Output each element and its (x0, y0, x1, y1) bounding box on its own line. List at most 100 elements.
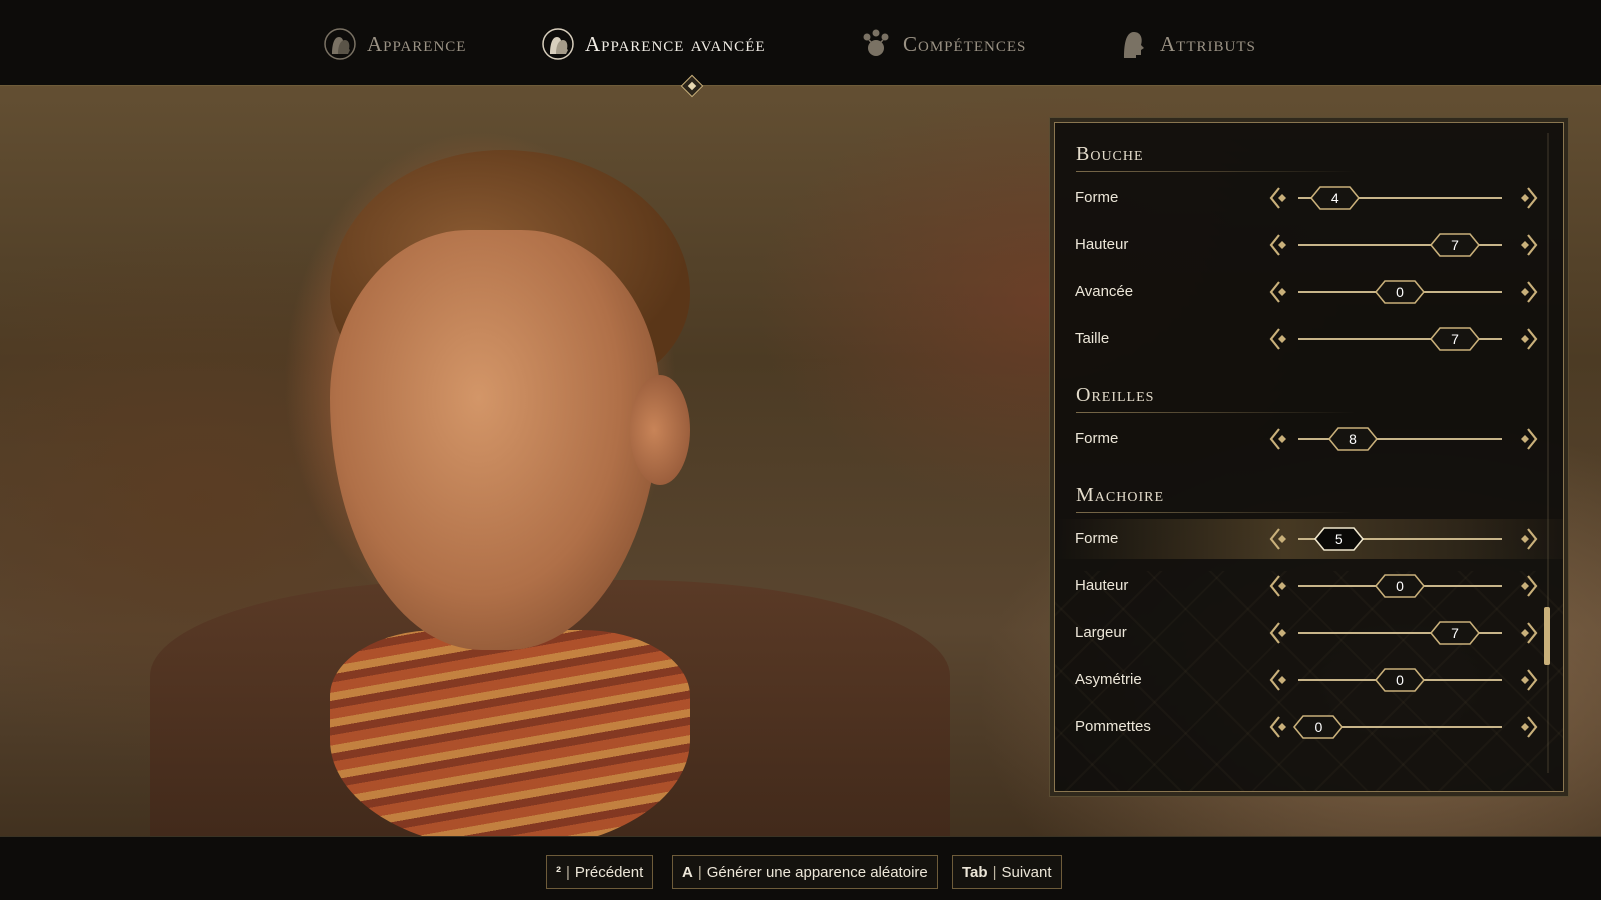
slider-label: Forme (1075, 430, 1119, 447)
next-button[interactable]: Tab | Suivant (952, 855, 1062, 889)
slider-row-machoire-pommettes: Pommettes 0 (1055, 707, 1563, 747)
customization-panel: Bouche Forme 4 Hauteur 7 Avancée 0 Taill… (1054, 122, 1564, 792)
slider-value: 7 (1451, 237, 1459, 253)
separator: | (992, 863, 997, 881)
heads-icon (323, 27, 357, 61)
slider-value-knob[interactable]: 5 (1313, 526, 1364, 552)
decrease-arrow-icon[interactable] (1266, 713, 1294, 741)
tab-apparence[interactable]: Apparence (323, 24, 466, 64)
previous-label: Précédent (574, 863, 644, 881)
random-label: Générer une apparence aléatoire (706, 863, 928, 881)
slider-label: Largeur (1075, 624, 1127, 641)
increase-arrow-icon[interactable] (1513, 425, 1541, 453)
slider-label: Hauteur (1075, 577, 1129, 594)
tab-apparence-avancee[interactable]: Apparence avancée (541, 24, 766, 64)
increase-arrow-icon[interactable] (1513, 184, 1541, 212)
next-label: Suivant (1001, 863, 1052, 881)
decrease-arrow-icon[interactable] (1266, 572, 1294, 600)
slider-value-knob[interactable]: 0 (1375, 573, 1425, 599)
heads-icon (541, 27, 575, 61)
decrease-arrow-icon[interactable] (1266, 325, 1294, 353)
next-key: Tab (962, 863, 988, 881)
slider-label: Asymétrie (1075, 671, 1142, 688)
previous-key: ² (556, 863, 561, 881)
tab-list: Apparence Apparence avancée Compétences … (0, 0, 1601, 86)
slider-row-bouche-forme: Forme 4 (1055, 178, 1563, 218)
slider-value: 7 (1451, 625, 1459, 641)
section-title-oreilles: Oreilles (1076, 384, 1155, 406)
slider-value-knob[interactable]: 0 (1375, 279, 1425, 305)
slider-value-knob[interactable]: 7 (1430, 232, 1481, 258)
slider-value-knob[interactable]: 8 (1328, 426, 1379, 452)
slider-value: 4 (1330, 190, 1339, 206)
slider-value-knob[interactable]: 0 (1293, 714, 1344, 740)
slider-track[interactable]: 0 (1298, 574, 1502, 598)
slider-value: 5 (1334, 531, 1343, 547)
slider-value: 8 (1349, 431, 1357, 447)
decrease-arrow-icon[interactable] (1266, 525, 1294, 553)
separator: | (697, 863, 702, 881)
section-divider (1076, 412, 1356, 413)
increase-arrow-icon[interactable] (1513, 325, 1541, 353)
slider-row-machoire-largeur: Largeur 7 (1055, 613, 1563, 653)
increase-arrow-icon[interactable] (1513, 231, 1541, 259)
slider-value-knob[interactable]: 0 (1375, 667, 1425, 693)
slider-row-machoire-asymetrie: Asymétrie 0 (1055, 660, 1563, 700)
slider-track[interactable]: 0 (1298, 668, 1502, 692)
decrease-arrow-icon[interactable] (1266, 425, 1294, 453)
slider-track[interactable]: 0 (1298, 280, 1502, 304)
tab-apparence-avancee-label: Apparence avancée (585, 31, 766, 56)
slider-track[interactable]: 7 (1298, 327, 1502, 351)
panel-scrollbar-thumb[interactable] (1544, 607, 1550, 665)
slider-row-machoire-hauteur: Hauteur 0 (1055, 566, 1563, 606)
random-appearance-button[interactable]: A | Générer une apparence aléatoire (672, 855, 938, 889)
section-title-machoire: Machoire (1076, 484, 1165, 506)
tab-apparence-label: Apparence (367, 31, 467, 56)
slider-label: Pommettes (1075, 718, 1151, 735)
increase-arrow-icon[interactable] (1513, 278, 1541, 306)
slider-track[interactable]: 5 (1298, 527, 1502, 551)
slider-label: Hauteur (1075, 236, 1129, 253)
slider-row-bouche-avancee: Avancée 0 (1055, 272, 1563, 312)
section-divider (1076, 512, 1356, 513)
increase-arrow-icon[interactable] (1513, 525, 1541, 553)
slider-value-knob[interactable]: 7 (1430, 620, 1481, 646)
decrease-arrow-icon[interactable] (1266, 619, 1294, 647)
section-divider (1076, 171, 1356, 172)
slider-value-knob[interactable]: 4 (1309, 185, 1360, 211)
previous-button[interactable]: ² | Précédent (546, 855, 654, 889)
slider-value: 0 (1396, 578, 1404, 594)
tab-attributs[interactable]: Attributs (1116, 24, 1256, 64)
slider-value: 0 (1314, 719, 1323, 735)
decrease-arrow-icon[interactable] (1266, 278, 1294, 306)
slider-track[interactable]: 4 (1298, 186, 1502, 210)
skills-icon (859, 27, 893, 61)
increase-arrow-icon[interactable] (1513, 619, 1541, 647)
increase-arrow-icon[interactable] (1513, 713, 1541, 741)
increase-arrow-icon[interactable] (1513, 666, 1541, 694)
random-key: A (682, 863, 693, 881)
slider-value: 0 (1396, 284, 1404, 300)
slider-track[interactable]: 0 (1293, 715, 1502, 739)
slider-row-bouche-taille: Taille 7 (1055, 319, 1563, 359)
slider-value-knob[interactable]: 7 (1430, 326, 1481, 352)
head-silhouette-icon (1116, 27, 1150, 61)
slider-value: 7 (1451, 331, 1459, 347)
slider-value: 0 (1396, 672, 1404, 688)
slider-track[interactable]: 7 (1298, 621, 1502, 645)
character-ear (630, 375, 690, 485)
decrease-arrow-icon[interactable] (1266, 184, 1294, 212)
slider-track[interactable]: 7 (1298, 233, 1502, 257)
slider-label: Forme (1075, 530, 1119, 547)
decrease-arrow-icon[interactable] (1266, 666, 1294, 694)
decrease-arrow-icon[interactable] (1266, 231, 1294, 259)
top-navigation-bar: Apparence Apparence avancée Compétences … (0, 0, 1601, 86)
tab-competences[interactable]: Compétences (859, 24, 1026, 64)
tab-competences-label: Compétences (903, 31, 1027, 56)
slider-label: Avancée (1075, 283, 1134, 300)
slider-track[interactable]: 8 (1298, 427, 1502, 451)
slider-row-oreilles-forme: Forme 8 (1055, 419, 1563, 459)
slider-label: Taille (1075, 330, 1110, 347)
increase-arrow-icon[interactable] (1513, 572, 1541, 600)
section-title-bouche: Bouche (1076, 143, 1144, 165)
